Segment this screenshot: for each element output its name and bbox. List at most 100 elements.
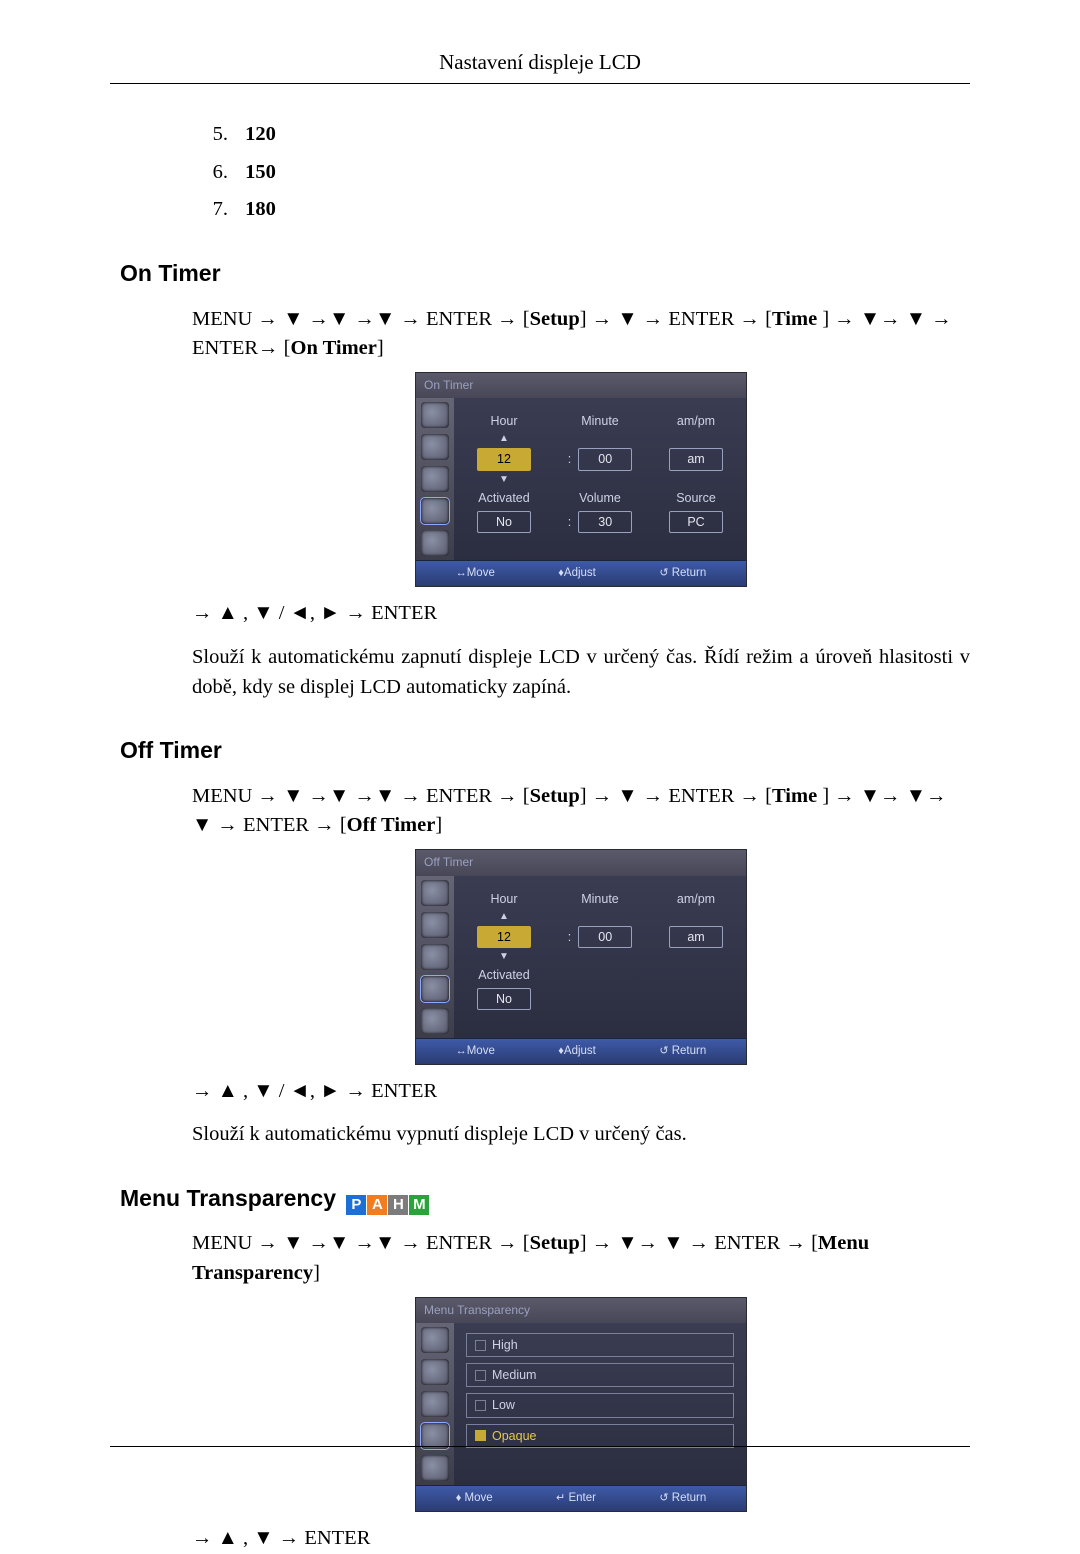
footer-move: Move [467, 1045, 495, 1057]
osd-tab-icon[interactable] [421, 434, 449, 460]
nav-text: MENU → ▼ →▼ →▼ → ENTER → [ [192, 308, 530, 330]
list-index: 7. [200, 195, 228, 225]
osd-label-activated: Activated [466, 966, 542, 984]
transparency-option-opaque[interactable]: Opaque [466, 1424, 734, 1448]
transparency-option-high[interactable]: High [466, 1333, 734, 1357]
osd-tab-icon[interactable] [421, 912, 449, 938]
osd-sidebar [416, 1323, 454, 1485]
down-triangle-icon: ▼ [466, 952, 542, 962]
enter-icon: ↵ [556, 1492, 565, 1504]
nav-text: ] → ▼ → ENTER → [ [580, 308, 772, 330]
footer-return: Return [672, 567, 707, 579]
osd-tab-icon[interactable] [421, 1008, 449, 1034]
osd-tab-icon[interactable] [421, 1391, 449, 1417]
footer-rule [110, 1446, 970, 1447]
osd-label-hour: Hour [466, 412, 542, 430]
option-label: High [492, 1336, 518, 1354]
on-timer-heading: On Timer [120, 257, 970, 290]
option-label: Medium [492, 1366, 536, 1384]
radio-icon [475, 1400, 486, 1411]
osd-hour-field[interactable]: 12 [477, 926, 531, 948]
osd-ampm-field[interactable]: am [669, 448, 723, 470]
osd-source-field[interactable]: PC [669, 511, 723, 533]
badge-a: A [367, 1195, 387, 1215]
nav-time: Time [772, 308, 817, 330]
on-timer-nav2: → ▲ , ▼ / ◄, ► → ENTER [192, 599, 970, 629]
off-timer-desc: Slouží k automatickému vypnutí displeje … [192, 1120, 970, 1150]
return-icon: ↺ [659, 1492, 668, 1504]
page-header: Nastavení displeje LCD [110, 50, 970, 83]
transparency-option-medium[interactable]: Medium [466, 1363, 734, 1387]
osd-footer: ↔Move ♦Adjust ↺ Return [416, 1038, 746, 1064]
off-timer-nav: MENU → ▼ →▼ →▼ → ENTER → [Setup] → ▼ → E… [192, 782, 970, 841]
osd-title: Off Timer [416, 850, 746, 875]
footer-move: Move [467, 567, 495, 579]
osd-sidebar [416, 398, 454, 560]
list-item: 7. 180 [200, 195, 970, 225]
list-item: 6. 150 [200, 158, 970, 188]
list-item: 5. 120 [200, 120, 970, 150]
osd-tab-icon[interactable] [421, 466, 449, 492]
footer-return: Return [672, 1045, 707, 1057]
osd-activated-field[interactable]: No [477, 988, 531, 1010]
osd-footer: ↔Move ♦Adjust ↺ Return [416, 560, 746, 586]
footer-adjust: Adjust [564, 1045, 596, 1057]
radio-icon [475, 1370, 486, 1381]
osd-tab-icon[interactable] [421, 402, 449, 428]
badge-h: H [388, 1195, 408, 1215]
osd-tab-icon[interactable] [421, 976, 449, 1002]
nav-time: Time [772, 785, 817, 807]
osd-title: On Timer [416, 373, 746, 398]
osd-label-hour: Hour [466, 890, 542, 908]
badge-p: P [346, 1195, 366, 1215]
move-icon: ♦ [456, 1492, 462, 1504]
menu-transparency-nav: MENU → ▼ →▼ →▼ → ENTER → [Setup] → ▼→ ▼ … [192, 1229, 970, 1288]
move-icon: ↔ [456, 1045, 467, 1057]
numbered-list: 5. 120 6. 150 7. 180 [200, 120, 970, 225]
osd-tab-icon[interactable] [421, 1359, 449, 1385]
transparency-option-low[interactable]: Low [466, 1393, 734, 1417]
up-triangle-icon: ▲ [466, 912, 542, 922]
osd-footer: ♦ Move ↵ Enter ↺ Return [416, 1485, 746, 1511]
footer-move: Move [465, 1492, 493, 1504]
option-label: Low [492, 1396, 515, 1414]
list-index: 5. [200, 120, 228, 150]
list-value: 180 [245, 198, 276, 220]
osd-tab-icon[interactable] [421, 530, 449, 556]
osd-tab-icon[interactable] [421, 1455, 449, 1481]
menu-transparency-heading: Menu Transparency P A H M [120, 1182, 970, 1215]
footer-return: Return [672, 1492, 707, 1504]
move-icon: ↔ [456, 567, 467, 579]
osd-minute-field[interactable]: 00 [578, 926, 632, 948]
osd-tab-icon[interactable] [421, 944, 449, 970]
osd-tab-icon[interactable] [421, 498, 449, 524]
osd-ampm-field[interactable]: am [669, 926, 723, 948]
osd-title: Menu Transparency [416, 1298, 746, 1323]
nav-text: ] [377, 337, 384, 359]
up-triangle-icon: ▲ [466, 434, 542, 444]
osd-tab-icon[interactable] [421, 1327, 449, 1353]
osd-label-activated: Activated [466, 489, 542, 507]
nav-text: ] → ▼→ ▼ → ENTER → [ [580, 1232, 818, 1254]
list-value: 150 [245, 161, 276, 183]
off-timer-nav2: → ▲ , ▼ / ◄, ► → ENTER [192, 1077, 970, 1107]
osd-tab-icon[interactable] [421, 880, 449, 906]
osd-minute-field[interactable]: 00 [578, 448, 632, 470]
on-timer-desc: Slouží k automatickému zapnutí displeje … [192, 643, 970, 702]
osd-label-volume: Volume [562, 489, 638, 507]
nav-text: ] [435, 814, 442, 836]
osd-volume-field[interactable]: 30 [578, 511, 632, 533]
menu-transparency-osd: Menu Transparency High Medium Low [415, 1297, 747, 1512]
footer-adjust: Adjust [564, 567, 596, 579]
on-timer-osd: On Timer Hour Minute am/pm [415, 372, 747, 587]
osd-activated-field[interactable]: No [477, 511, 531, 533]
osd-hour-field[interactable]: 12 [477, 448, 531, 470]
nav-setup: Setup [530, 785, 580, 807]
osd-label-ampm: am/pm [658, 890, 734, 908]
nav-setup: Setup [530, 1232, 580, 1254]
osd-sidebar [416, 876, 454, 1038]
option-label: Opaque [492, 1427, 536, 1445]
nav-on-timer: On Timer [291, 337, 377, 359]
menu-transparency-nav2: → ▲ , ▼ → ENTER [192, 1524, 970, 1554]
on-timer-nav: MENU → ▼ →▼ →▼ → ENTER → [Setup] → ▼ → E… [192, 305, 970, 364]
